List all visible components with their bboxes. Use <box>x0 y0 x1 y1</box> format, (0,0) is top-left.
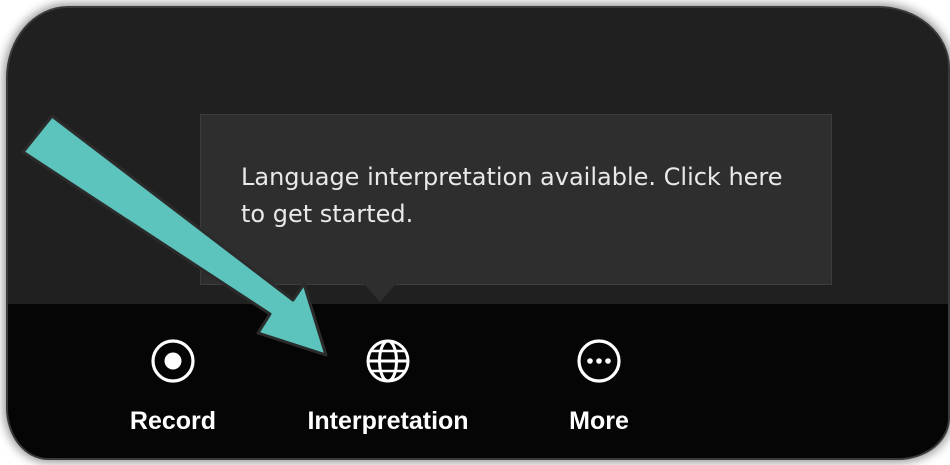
record-label: Record <box>129 407 217 435</box>
more-button[interactable]: More <box>556 336 642 436</box>
more-icon <box>577 339 621 383</box>
more-label: More <box>569 407 629 435</box>
record-icon <box>151 339 195 383</box>
meeting-window: Language interpretation available. Click… <box>8 8 948 458</box>
screenshot-frame: Language interpretation available. Click… <box>0 0 950 465</box>
record-button[interactable]: Record <box>120 336 226 436</box>
interpretation-button[interactable]: Interpretation <box>290 336 486 436</box>
interpretation-label: Interpretation <box>307 407 469 435</box>
interpretation-tooltip[interactable]: Language interpretation available. Click… <box>200 114 832 285</box>
tooltip-text: Language interpretation available. Click… <box>241 163 783 228</box>
globe-icon <box>366 339 410 383</box>
tooltip-caret <box>364 284 396 302</box>
